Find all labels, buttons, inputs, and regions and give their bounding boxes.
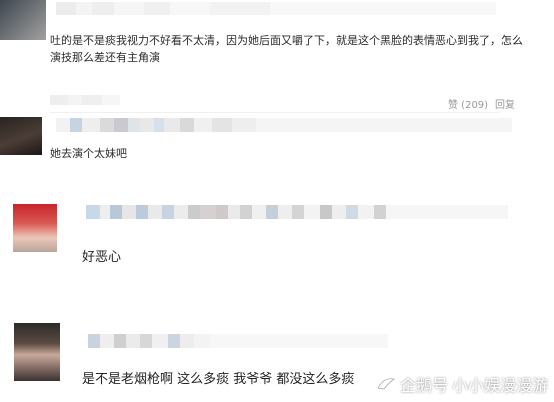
- blurred-username: [56, 118, 516, 132]
- comment-text: 演技那么差还有主角演: [50, 51, 160, 64]
- penguin-logo-icon: [377, 378, 395, 390]
- comment-text: 是不是老烟枪啊 这么多痰 我爷爷 都没这么多痰: [82, 372, 355, 387]
- comment-text: 吐的是不是痰我视力不好看不太清，因为她后面又嚼了下，就是这个黑脸的表情恶心到我了…: [50, 34, 523, 47]
- avatar[interactable]: [14, 323, 60, 381]
- watermark-platform: 企鹅号: [399, 376, 448, 395]
- divider: [50, 112, 500, 113]
- like-count[interactable]: 赞 (209): [448, 96, 488, 111]
- avatar[interactable]: [0, 117, 42, 155]
- avatar[interactable]: [0, 0, 46, 40]
- comment-text: 好恶心: [82, 250, 122, 265]
- reply-button[interactable]: 回复: [495, 96, 515, 111]
- blurred-username: [56, 2, 496, 15]
- blurred-username: [86, 205, 526, 219]
- blurred-username: [88, 334, 388, 348]
- avatar[interactable]: [13, 204, 57, 252]
- comment-text: 她去演个太妹吧: [50, 147, 127, 160]
- watermark: 企鹅号 小小娱漫漫游: [376, 372, 548, 396]
- watermark-account: 小小娱漫漫游: [451, 376, 548, 395]
- blurred-timestamp: [50, 95, 120, 105]
